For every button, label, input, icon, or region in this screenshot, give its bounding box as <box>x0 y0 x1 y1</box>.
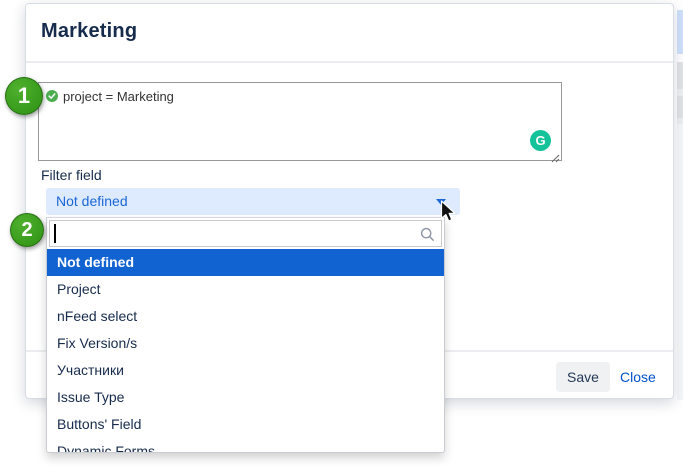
dropdown-option-5[interactable]: Участники <box>47 357 444 384</box>
jql-query-text: project = Marketing <box>63 89 174 104</box>
text-caret <box>54 224 56 243</box>
selected-filter-value: Not defined <box>56 188 128 215</box>
dropdown-option-2[interactable]: Project <box>47 276 444 303</box>
save-button[interactable]: Save <box>556 362 610 392</box>
search-icon <box>420 227 435 247</box>
dialog-title: Marketing <box>41 20 137 43</box>
background-fragment-gray <box>677 96 683 118</box>
jql-query-textarea[interactable]: project = Marketing G <box>38 82 562 161</box>
dropdown-search-input[interactable] <box>50 221 441 246</box>
background-fragment-soft <box>677 124 683 400</box>
dropdown-options-list: Not definedProjectnFeed selectFix Versio… <box>47 249 444 453</box>
dropdown-option-4[interactable]: Fix Version/s <box>47 330 444 357</box>
dropdown-option-1[interactable]: Not defined <box>47 249 444 276</box>
dialog-header: Marketing <box>26 4 673 63</box>
filter-field-label: Filter field <box>41 167 102 183</box>
background-fragment-gray <box>677 62 683 89</box>
filter-field-select[interactable]: Not defined <box>46 188 460 215</box>
valid-query-check-icon <box>46 90 58 102</box>
close-link[interactable]: Close <box>620 362 656 392</box>
dropdown-option-3[interactable]: nFeed select <box>47 303 444 330</box>
background-fragment-blue <box>677 10 683 54</box>
background-fragment-line <box>677 89 683 96</box>
grammarly-icon[interactable]: G <box>530 130 551 151</box>
dropdown-option-8[interactable]: Dynamic Forms <box>47 438 444 453</box>
mouse-cursor-icon <box>440 200 457 228</box>
annotation-badge-2: 2 <box>10 213 44 247</box>
dropdown-search-box <box>49 220 442 247</box>
textarea-resize-handle[interactable] <box>551 150 560 159</box>
filter-field-dropdown: Not definedProjectnFeed selectFix Versio… <box>46 217 445 453</box>
annotation-badge-1: 1 <box>5 77 43 115</box>
dropdown-option-7[interactable]: Buttons' Field <box>47 411 444 438</box>
dropdown-option-6[interactable]: Issue Type <box>47 384 444 411</box>
